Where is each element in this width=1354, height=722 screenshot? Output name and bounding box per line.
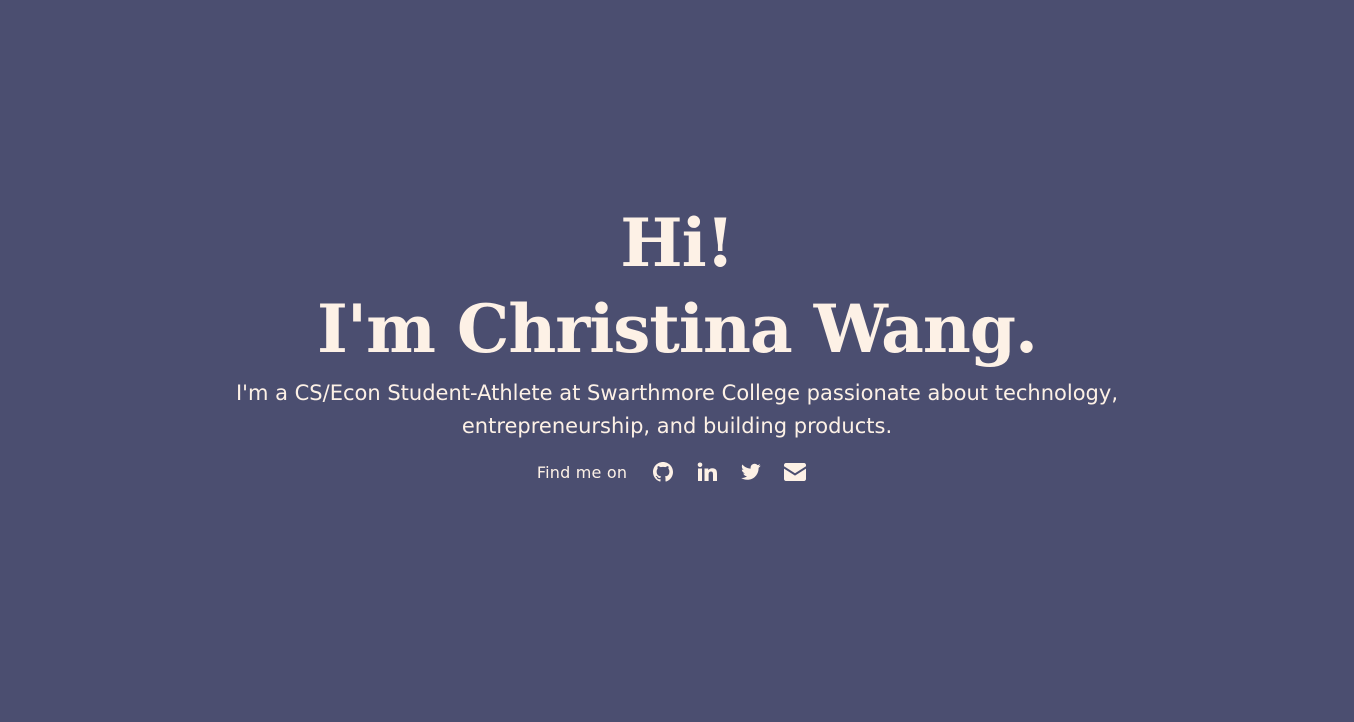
hero-section: Hi! I'm Christina Wang. I'm a CS/Econ St… xyxy=(0,0,1354,722)
twitter-link[interactable] xyxy=(740,460,762,484)
find-me-label: Find me on xyxy=(536,462,628,482)
tagline: I'm a CS/Econ Student-Athlete at Swarthm… xyxy=(235,381,1118,438)
greeting-heading: Hi! xyxy=(620,204,734,282)
name-heading: I'm Christina Wang. xyxy=(317,290,1038,368)
social-links: Find me on xyxy=(0,458,1354,486)
email-link[interactable] xyxy=(784,460,807,484)
envelope-icon xyxy=(784,463,807,481)
twitter-icon xyxy=(741,463,761,480)
linkedin-icon xyxy=(697,462,718,481)
github-link[interactable] xyxy=(652,460,674,484)
github-icon xyxy=(653,462,674,482)
linkedin-link[interactable] xyxy=(696,460,718,484)
